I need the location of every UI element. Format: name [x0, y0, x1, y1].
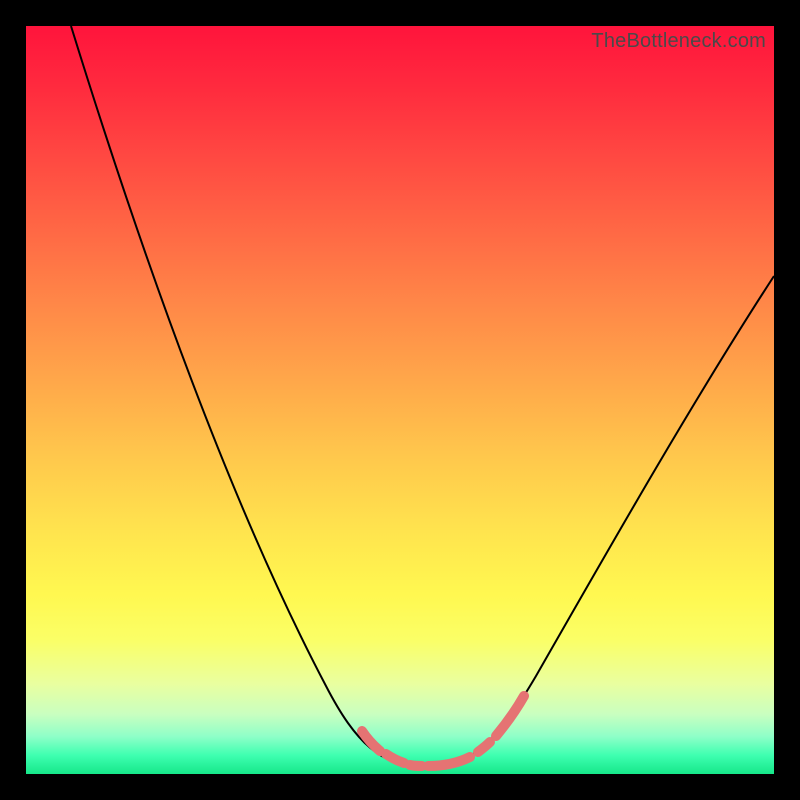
bottleneck-curve-path [71, 26, 774, 768]
highlight-seg-6 [496, 696, 524, 736]
highlight-seg-2 [386, 754, 404, 763]
highlight-seg-4 [428, 757, 470, 766]
highlight-seg-3 [410, 765, 422, 766]
bottleneck-curve-svg [26, 26, 774, 774]
highlight-seg-5 [478, 742, 490, 752]
highlight-seg-1 [362, 731, 380, 751]
chart-plot-area: TheBottleneck.com [26, 26, 774, 774]
